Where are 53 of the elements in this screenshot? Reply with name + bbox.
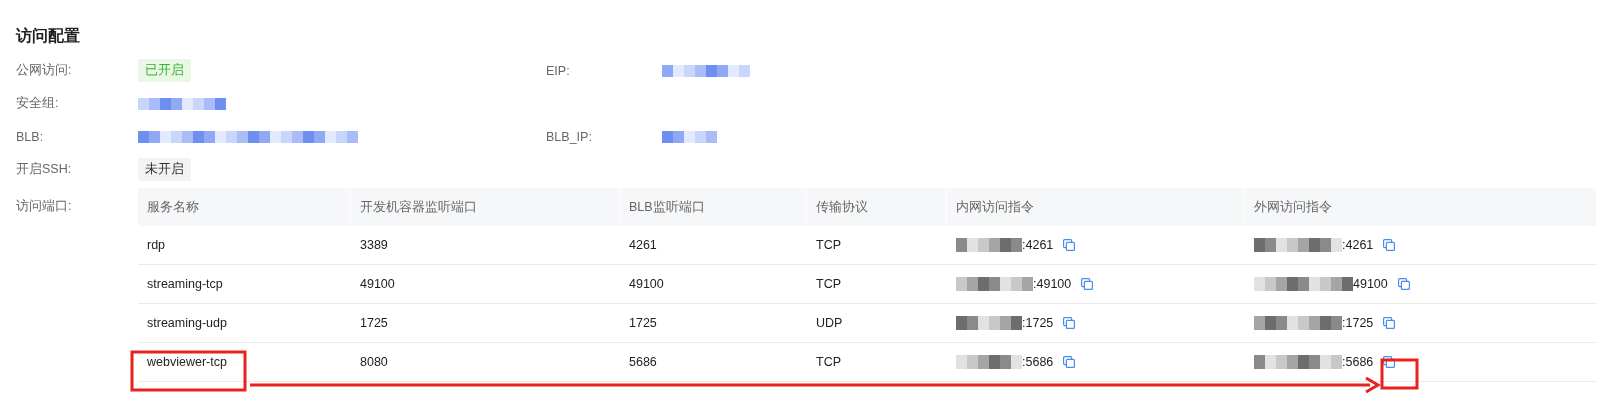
table-cell: 1725 (620, 304, 807, 343)
table-cell: 1725 (351, 304, 620, 343)
command-text: :4261 (1342, 238, 1374, 252)
redacted-text (956, 355, 1022, 369)
column-header: BLB监听端口 (620, 188, 807, 226)
column-header: 开发机容器监听端口 (351, 188, 620, 226)
status-tag: 已开启 (138, 59, 191, 82)
table-cell: 3389 (351, 226, 620, 265)
command-text: 49100 (1353, 277, 1388, 291)
copy-icon[interactable] (1063, 239, 1076, 251)
command-text: :5686 (1342, 355, 1374, 369)
command-text: :5686 (1022, 355, 1054, 369)
table-cell: streaming-udp (138, 304, 351, 343)
field-label: EIP: (546, 63, 571, 78)
field-label: 开启SSH: (16, 161, 73, 178)
redacted-text (956, 238, 1022, 252)
table-cell: 49100 (620, 265, 807, 304)
table-cell: 5686 (620, 343, 807, 382)
table-cell: TCP (807, 343, 947, 382)
field-label: 公网访问: (16, 62, 73, 79)
column-header: 外网访问指令 (1245, 188, 1597, 226)
redacted-text (956, 316, 1022, 330)
copy-icon[interactable] (1383, 239, 1396, 251)
copy-icon[interactable] (1383, 356, 1396, 368)
field-label: 访问端口: (16, 198, 73, 215)
table-cell: webviewer-tcp (138, 343, 351, 382)
field-label: 安全组: (16, 95, 60, 112)
status-tag: 未开启 (138, 158, 191, 181)
command-text: :4261 (1022, 238, 1054, 252)
command-text: :1725 (1342, 316, 1374, 330)
command-text: :49100 (1033, 277, 1072, 291)
table-cell: TCP (807, 265, 947, 304)
section-title: 访问配置 (14, 26, 81, 46)
table-cell: 4261 (620, 226, 807, 265)
copy-icon[interactable] (1081, 278, 1094, 290)
command-text: :1725 (1022, 316, 1054, 330)
table-cell: TCP (807, 226, 947, 265)
column-header: 传输协议 (807, 188, 947, 226)
table-cell: UDP (807, 304, 947, 343)
copy-icon[interactable] (1383, 317, 1396, 329)
column-header: 内网访问指令 (947, 188, 1245, 226)
table-cell: rdp (138, 226, 351, 265)
table-cell: 8080 (351, 343, 620, 382)
column-header: 服务名称 (138, 188, 351, 226)
field-label: BLB_IP: (546, 129, 593, 144)
table-cell: 49100 (351, 265, 620, 304)
copy-icon[interactable] (1397, 278, 1410, 290)
highlight-box (1380, 358, 1419, 390)
copy-icon[interactable] (1063, 356, 1076, 368)
table-cell: streaming-tcp (138, 265, 351, 304)
field-label: BLB: (16, 129, 45, 144)
copy-icon[interactable] (1063, 317, 1076, 329)
redacted-text (662, 130, 717, 143)
